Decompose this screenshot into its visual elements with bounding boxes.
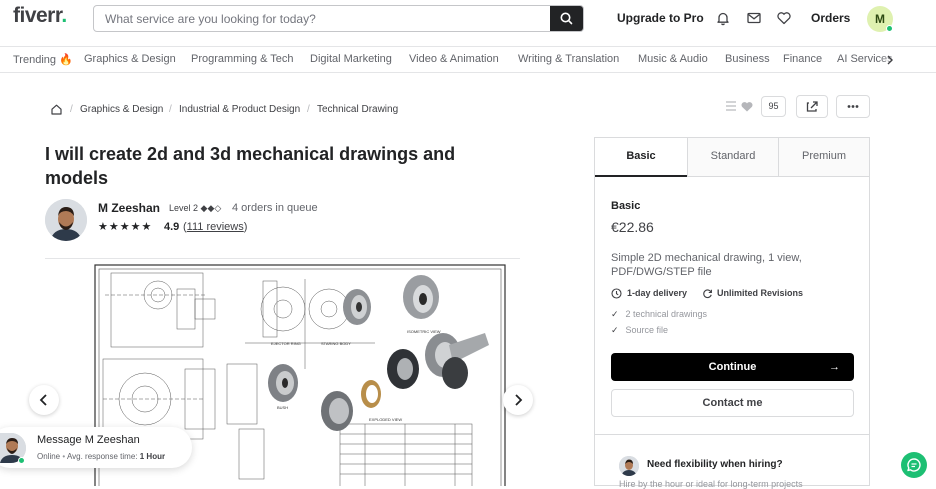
- seller-status-text: Online: [37, 452, 61, 461]
- seller-avatar[interactable]: [45, 199, 87, 241]
- rating-stars: ★★★★★: [98, 221, 153, 233]
- online-status-dot: [886, 25, 893, 32]
- top-header: fiverr. Upgrade to Pro Orders M: [0, 0, 936, 38]
- package-name: Basic: [611, 200, 641, 212]
- tab-premium[interactable]: Premium: [778, 138, 869, 177]
- flex-seller-avatar: [619, 456, 639, 476]
- package-panel: Basic Standard Premium Basic €22.86 Simp…: [594, 137, 870, 489]
- reviews-close-paren: ): [243, 221, 248, 233]
- breadcrumb-separator: /: [70, 104, 73, 115]
- chevron-right-icon[interactable]: [886, 54, 894, 66]
- search-button[interactable]: [550, 6, 583, 31]
- upgrade-to-pro-link[interactable]: Upgrade to Pro: [617, 11, 704, 25]
- drawing-label-exploded-view: EXPLODED VIEW: [369, 417, 402, 422]
- orders-link[interactable]: Orders: [811, 11, 850, 25]
- feature-item: ✓ 2 technical drawings: [611, 309, 707, 320]
- reviews-link[interactable]: 111 reviews: [187, 221, 244, 233]
- message-seller-title: Message M Zeeshan: [37, 434, 140, 446]
- drawing-label-staring-body: STARING BODY: [321, 341, 351, 346]
- feature-label: Source file: [625, 325, 669, 335]
- category-programming-tech[interactable]: Programming & Tech: [191, 53, 294, 65]
- seller-name[interactable]: M Zeeshan: [98, 201, 160, 215]
- seller-online-dot: [18, 457, 25, 464]
- chat-button[interactable]: [901, 452, 927, 478]
- category-writing-translation[interactable]: Writing & Translation: [518, 53, 619, 65]
- fiverr-logo[interactable]: fiverr.: [13, 4, 67, 28]
- gallery-next-button[interactable]: [503, 385, 533, 415]
- breadcrumb-graphics-design[interactable]: Graphics & Design: [80, 104, 163, 115]
- category-digital-marketing[interactable]: Digital Marketing: [310, 53, 392, 65]
- breadcrumb-industrial-product-design[interactable]: Industrial & Product Design: [179, 104, 300, 115]
- continue-label: Continue: [708, 361, 757, 373]
- more-dots-icon: [847, 105, 859, 108]
- breadcrumb-separator: /: [169, 104, 172, 115]
- tab-basic[interactable]: Basic: [595, 138, 687, 177]
- tab-standard[interactable]: Standard: [687, 138, 778, 177]
- package-tabs: Basic Standard Premium: [595, 138, 869, 177]
- seller-level-badge: Level 2 ◆◆◇: [169, 203, 222, 213]
- gig-title: I will create 2d and 3d mechanical drawi…: [45, 144, 456, 188]
- arrow-right-icon: →: [829, 361, 840, 373]
- breadcrumb-technical-drawing[interactable]: Technical Drawing: [317, 104, 398, 115]
- share-icon: [806, 101, 818, 112]
- revisions-count: Unlimited Revisions: [717, 288, 804, 298]
- category-graphics-design[interactable]: Graphics & Design: [84, 53, 176, 65]
- search-input[interactable]: [94, 6, 550, 31]
- response-time-label: Avg. response time:: [66, 452, 138, 461]
- more-options-button[interactable]: [836, 95, 870, 118]
- mail-icon[interactable]: [746, 10, 762, 26]
- gallery-prev-button[interactable]: [29, 385, 59, 415]
- logo-dot: .: [61, 4, 67, 27]
- category-nav: Trending 🔥 Graphics & Design Programming…: [0, 46, 936, 73]
- orders-in-queue: 4 orders in queue: [232, 202, 318, 214]
- reviews-count: (111 reviews): [183, 221, 247, 233]
- bell-icon[interactable]: [715, 10, 731, 26]
- check-icon: ✓: [611, 309, 619, 319]
- home-icon[interactable]: [50, 103, 63, 116]
- heart-icon[interactable]: [776, 10, 792, 26]
- category-music-audio[interactable]: Music & Audio: [638, 53, 708, 65]
- chevron-right-icon: [515, 394, 523, 406]
- chat-bubble-icon: [907, 458, 921, 472]
- clock-icon: [611, 288, 622, 299]
- drawing-label-bush: BUSH: [277, 405, 288, 410]
- category-finance[interactable]: Finance: [783, 53, 822, 65]
- search-icon: [560, 12, 573, 25]
- logo-text: fiverr: [13, 4, 62, 27]
- like-count: 95: [761, 96, 786, 117]
- drawing-label-isometric-view: ISOMETRIC VIEW: [407, 329, 441, 334]
- search-bar: [93, 5, 584, 32]
- feature-label: 2 technical drawings: [625, 309, 708, 319]
- category-business[interactable]: Business: [725, 53, 770, 65]
- category-video-animation[interactable]: Video & Animation: [409, 53, 499, 65]
- check-icon: ✓: [611, 325, 619, 335]
- revisions-icon: [703, 289, 712, 299]
- message-seller-status: Online • Avg. response time: 1 Hour: [37, 452, 166, 461]
- package-description: Simple 2D mechanical drawing, 1 view, PD…: [611, 252, 802, 278]
- flexibility-subtitle: Hire by the hour or ideal for long-term …: [619, 479, 803, 489]
- response-time-value: 1 Hour: [139, 452, 166, 461]
- drawing-label-ejector-ring: EJECTOR RING: [271, 341, 301, 346]
- category-trending[interactable]: Trending 🔥: [13, 53, 73, 66]
- contact-me-button[interactable]: Contact me: [611, 389, 854, 417]
- continue-button[interactable]: Continue →: [611, 353, 854, 381]
- share-button[interactable]: [796, 95, 828, 118]
- chevron-left-icon: [39, 394, 47, 406]
- flexibility-title: Need flexibility when hiring?: [647, 459, 783, 470]
- rating-value: 4.9: [164, 221, 180, 233]
- package-price: €22.86: [611, 219, 654, 235]
- delivery-time: 1-day delivery: [627, 288, 688, 298]
- divider: [595, 434, 869, 435]
- breadcrumb-separator: /: [307, 104, 310, 115]
- collections-heart-icon[interactable]: [726, 96, 758, 116]
- feature-item: ✓ Source file: [611, 325, 668, 336]
